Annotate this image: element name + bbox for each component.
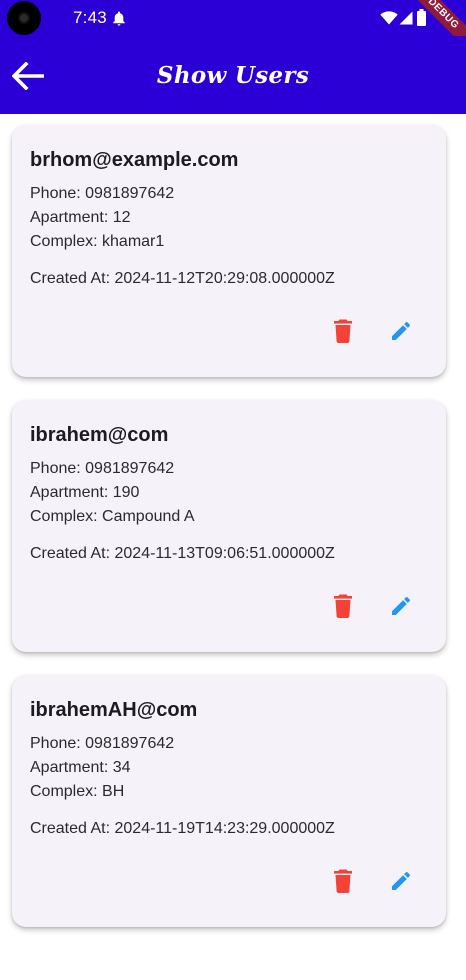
delete-icon bbox=[333, 319, 353, 348]
user-created-at: Created At: 2024-11-13T09:06:51.000000Z bbox=[30, 545, 335, 562]
user-created-at: Created At: 2024-11-19T14:23:29.000000Z bbox=[30, 820, 335, 837]
user-phone: Phone: 0981897642 bbox=[30, 735, 175, 752]
user-card: brhom@example.com Phone: 0981897642 Apar… bbox=[12, 125, 446, 377]
user-apartment: Apartment: 12 bbox=[30, 209, 131, 226]
user-email: ibrahemAH@com bbox=[30, 699, 198, 721]
user-phone: Phone: 0981897642 bbox=[30, 185, 175, 202]
edit-button[interactable] bbox=[383, 590, 419, 626]
user-card: ibrahemAH@com Phone: 0981897642 Apartmen… bbox=[12, 675, 446, 927]
battery-icon bbox=[417, 9, 426, 31]
user-complex: Complex: Campound A bbox=[30, 508, 195, 525]
user-card: ibrahem@com Phone: 0981897642 Apartment:… bbox=[12, 400, 446, 652]
delete-button[interactable] bbox=[325, 865, 361, 901]
edit-button[interactable] bbox=[383, 315, 419, 351]
edit-icon bbox=[389, 594, 413, 623]
delete-button[interactable] bbox=[325, 315, 361, 351]
delete-icon bbox=[333, 594, 353, 623]
signal-icon bbox=[398, 11, 413, 30]
app-bar: Show Users bbox=[0, 36, 466, 114]
delete-icon bbox=[333, 869, 353, 898]
edit-icon bbox=[389, 869, 413, 898]
user-complex: Complex: khamar1 bbox=[30, 233, 165, 250]
page-title: Show Users bbox=[156, 62, 310, 89]
user-complex: Complex: BH bbox=[30, 783, 125, 800]
bell-icon bbox=[112, 11, 126, 31]
edit-button[interactable] bbox=[383, 865, 419, 901]
user-created-at: Created At: 2024-11-12T20:29:08.000000Z bbox=[30, 270, 335, 287]
user-apartment: Apartment: 34 bbox=[30, 759, 131, 776]
status-bar: 7:43 DEBUG bbox=[0, 0, 466, 52]
delete-button[interactable] bbox=[325, 590, 361, 626]
user-phone: Phone: 0981897642 bbox=[30, 460, 175, 477]
user-apartment: Apartment: 190 bbox=[30, 484, 140, 501]
wifi-icon bbox=[380, 11, 398, 30]
user-email: ibrahem@com bbox=[30, 424, 169, 446]
edit-icon bbox=[389, 319, 413, 348]
user-email: brhom@example.com bbox=[30, 149, 239, 171]
status-time: 7:43 bbox=[73, 8, 107, 27]
camera-icon bbox=[7, 1, 41, 35]
